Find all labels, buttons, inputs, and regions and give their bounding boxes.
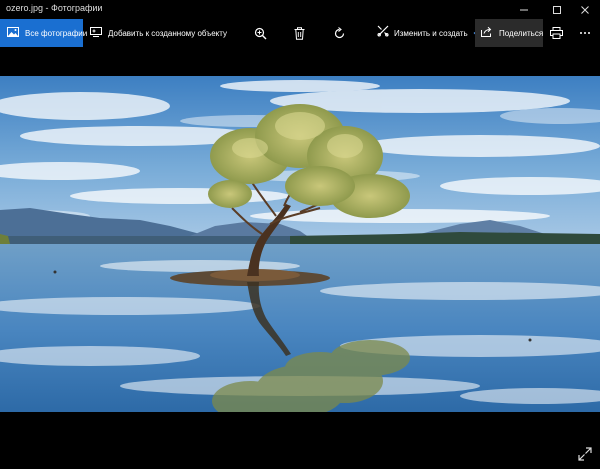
minimize-icon bbox=[520, 9, 528, 10]
title-bar: ozero.jpg - Фотографии bbox=[0, 0, 600, 19]
lake-tree-photo bbox=[0, 76, 600, 412]
add-to-creation-label: Добавить к созданному объекту bbox=[108, 28, 228, 38]
share-label: Поделиться bbox=[499, 28, 544, 38]
all-photos-label: Все фотографии bbox=[25, 28, 88, 38]
expand-icon bbox=[578, 447, 592, 461]
edit-icon bbox=[377, 24, 389, 42]
rotate-icon bbox=[334, 26, 345, 38]
close-button[interactable] bbox=[570, 0, 600, 19]
close-icon bbox=[581, 5, 589, 14]
edit-create-label: Изменить и создать bbox=[394, 28, 468, 38]
all-photos-button[interactable]: Все фотографии bbox=[0, 19, 87, 47]
photo-viewer[interactable] bbox=[0, 76, 600, 412]
share-button-content[interactable]: Поделиться bbox=[481, 19, 543, 47]
minimize-button[interactable] bbox=[509, 0, 539, 19]
print-icon bbox=[550, 27, 563, 39]
window-title: ozero.jpg - Фотографии bbox=[6, 3, 103, 13]
rotate-button[interactable] bbox=[333, 19, 346, 47]
delete-button[interactable] bbox=[294, 19, 305, 47]
print-button[interactable] bbox=[550, 19, 563, 47]
more-button[interactable] bbox=[579, 19, 591, 47]
maximize-button[interactable] bbox=[542, 0, 572, 19]
toolbar: Все фотографии Добавить к созданному объ… bbox=[0, 19, 600, 47]
add-to-creation-icon bbox=[90, 24, 102, 42]
share-icon bbox=[481, 24, 493, 42]
photos-icon bbox=[7, 24, 19, 42]
add-to-creation-button[interactable]: Добавить к созданному объекту bbox=[90, 19, 227, 47]
edit-create-button[interactable]: Изменить и создать bbox=[377, 19, 481, 47]
fullscreen-button[interactable] bbox=[576, 445, 594, 463]
zoom-button[interactable] bbox=[254, 19, 267, 47]
zoom-icon bbox=[254, 27, 267, 39]
more-icon bbox=[580, 32, 590, 34]
maximize-icon bbox=[553, 5, 561, 14]
delete-icon bbox=[294, 26, 305, 40]
